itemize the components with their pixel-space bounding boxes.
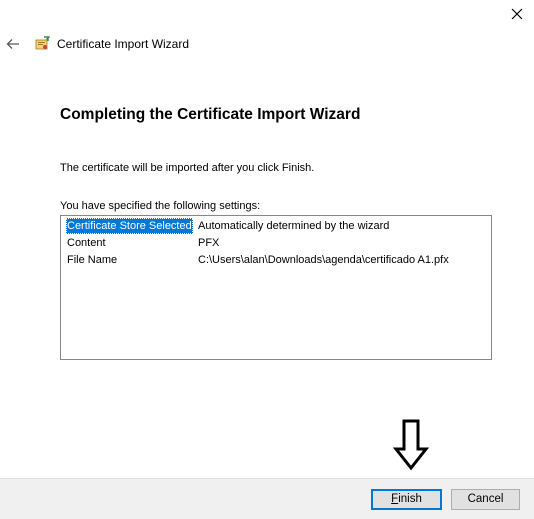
cancel-button[interactable]: Cancel: [451, 489, 520, 510]
setting-name: Content: [67, 237, 106, 249]
settings-list[interactable]: Certificate Store Selected Automatically…: [60, 215, 492, 360]
finish-button[interactable]: Finish: [371, 489, 442, 510]
setting-name: File Name: [67, 254, 118, 266]
footer-bar: Finish Cancel: [0, 478, 534, 519]
setting-value: C:\Users\alan\Downloads\agenda\certifica…: [198, 254, 449, 266]
settings-row-file-name[interactable]: File Name C:\Users\alan\Downloads\agenda…: [61, 252, 491, 268]
setting-name: Certificate Store Selected: [66, 218, 193, 234]
back-button[interactable]: [4, 34, 24, 54]
close-button[interactable]: [500, 0, 534, 28]
back-arrow-icon: [6, 39, 19, 49]
settings-caption: You have specified the following setting…: [60, 200, 261, 212]
settings-row-content[interactable]: Content PFX: [61, 235, 491, 251]
intro-text: The certificate will be imported after y…: [60, 162, 315, 174]
window-title: Certificate Import Wizard: [57, 37, 190, 51]
settings-row-certificate-store[interactable]: Certificate Store Selected Automatically…: [61, 218, 491, 234]
page-heading: Completing the Certificate Import Wizard: [60, 106, 361, 123]
certificate-wizard-icon: [34, 34, 52, 52]
setting-value: PFX: [198, 237, 220, 249]
setting-value: Automatically determined by the wizard: [198, 220, 390, 232]
finish-label: inish: [398, 493, 422, 505]
close-icon: [511, 8, 523, 20]
down-arrow-icon: [392, 419, 430, 471]
